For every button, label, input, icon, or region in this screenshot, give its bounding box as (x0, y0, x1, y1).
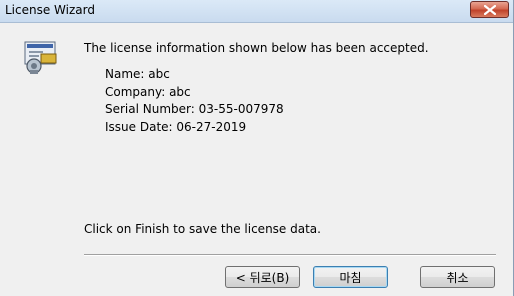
separator (84, 254, 496, 256)
license-issue-date: Issue Date: 06-27-2019 (105, 120, 247, 134)
window-title: License Wizard (5, 3, 95, 17)
license-serial-number: Serial Number: 03-55-007978 (105, 102, 284, 116)
finish-button[interactable]: 마침 (313, 266, 388, 288)
license-certificate-icon (24, 41, 57, 74)
title-bar[interactable]: License Wizard (0, 0, 513, 23)
accepted-message: The license information shown below has … (84, 41, 429, 55)
finish-instruction: Click on Finish to save the license data… (84, 222, 321, 236)
close-icon (484, 5, 496, 15)
license-company: Company: abc (105, 85, 191, 99)
back-button[interactable]: < 뒤로(B) (225, 266, 300, 288)
license-wizard-window: License Wizard The license information s… (0, 0, 514, 296)
license-name: Name: abc (105, 67, 170, 81)
close-button[interactable] (470, 1, 509, 18)
cancel-button[interactable]: 취소 (420, 266, 495, 288)
